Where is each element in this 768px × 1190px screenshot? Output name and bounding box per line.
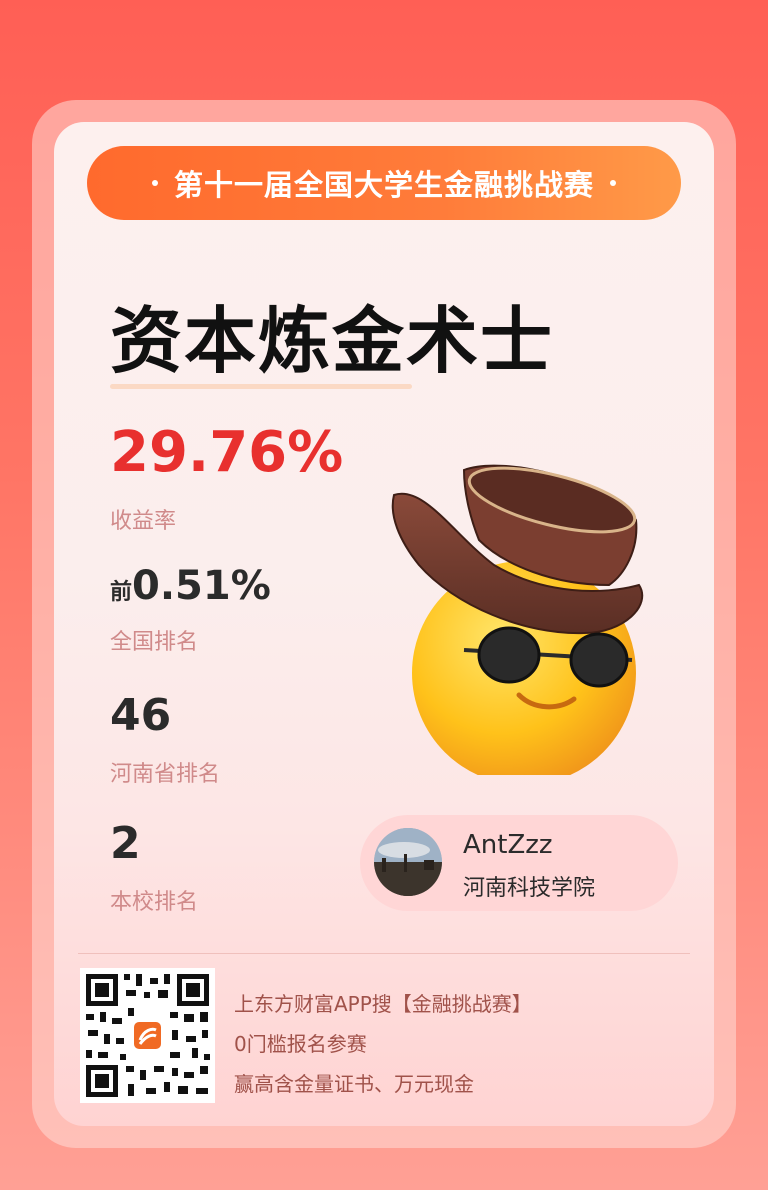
username: AntZzz [463,830,553,860]
national-prefix: 前 [110,580,133,605]
national-value: 0.51% [132,563,271,609]
qr-code[interactable] [80,968,215,1103]
return-value: 29.76% [110,420,344,485]
national-label: 全国排名 [110,630,199,655]
banner-text: 第十一届全国大学生金融挑战赛 [173,168,594,202]
promo-line-1: 上东方财富APP搜【金融挑战赛】 [234,992,532,1016]
province-value: 46 [110,690,172,741]
banner-dot-left [151,180,158,186]
user-school: 河南科技学院 [463,876,596,901]
competition-banner: 第十一届全国大学生金融挑战赛 [87,146,681,220]
stat-school-rank: 2 本校排名 [110,822,198,916]
return-label: 收益率 [110,509,177,534]
qr-code-icon [80,968,215,1103]
school-label: 本校排名 [110,890,199,915]
stat-return: 29.76% 收益率 [110,425,343,535]
avatar-photo-icon [374,828,442,896]
stat-province-rank: 46 河南省排名 [110,694,220,788]
promo-line-3: 赢高含金量证书、万元现金 [234,1072,474,1096]
province-label: 河南省排名 [110,762,221,787]
mascot-icon [391,464,644,775]
page-title: 资本炼金术士 [110,299,555,383]
avatar [374,828,442,896]
banner-dot-right [610,180,616,186]
stat-national-rank: 前0.51% 全国排名 [110,566,271,656]
title-underline [110,384,412,389]
divider [78,953,690,954]
school-value: 2 [110,818,141,869]
promo-line-2: 0门槛报名参赛 [234,1032,367,1056]
